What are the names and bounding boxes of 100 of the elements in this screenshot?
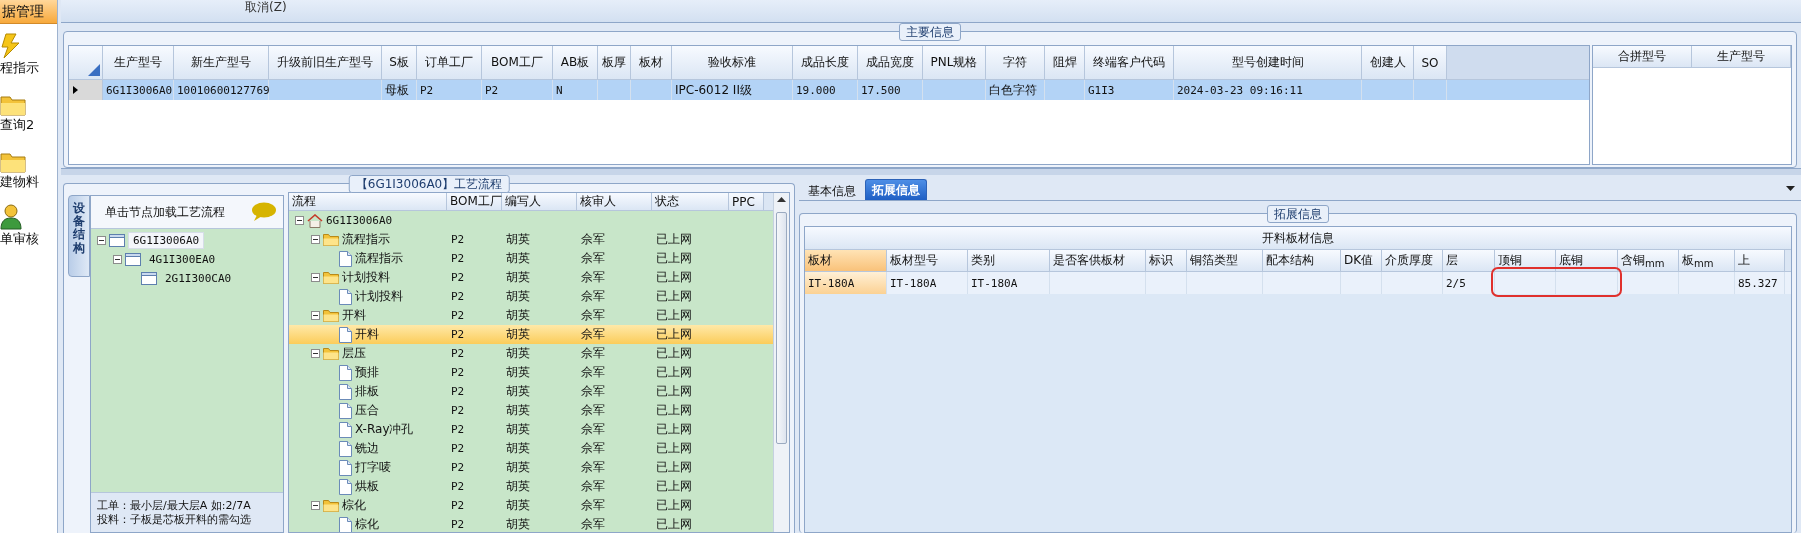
process-row[interactable]: 压合 P2 胡英 佘军 已上网 bbox=[289, 401, 773, 420]
column-header[interactable]: DK值 bbox=[1341, 250, 1382, 272]
column-header[interactable]: 介质厚度 bbox=[1382, 250, 1443, 272]
sidebar-item[interactable]: 程指示 bbox=[0, 59, 39, 77]
expander-toggle[interactable] bbox=[311, 501, 320, 510]
process-name: 烘板 bbox=[355, 478, 379, 495]
process-name: 排板 bbox=[355, 383, 379, 400]
process-row[interactable]: 棕化 P2 胡英 佘军 已上网 bbox=[289, 515, 773, 532]
column-header[interactable]: 订单工厂 bbox=[417, 46, 482, 80]
column-header[interactable]: 阻焊 bbox=[1045, 46, 1085, 80]
tree-node[interactable]: 4G1I300EA0 bbox=[144, 251, 221, 268]
table-cell: 胡英 bbox=[506, 440, 530, 457]
column-header[interactable]: 升级前旧生产型号 bbox=[269, 46, 382, 80]
process-row[interactable]: 排板 P2 胡英 佘军 已上网 bbox=[289, 382, 773, 401]
group-title: 拓展信息 bbox=[1267, 205, 1329, 223]
expander-toggle[interactable] bbox=[97, 236, 106, 245]
note-text: 工单：最小层/最大层A 如:2/7A bbox=[97, 499, 252, 513]
tree-node[interactable]: 2G1I300CA0 bbox=[160, 270, 237, 287]
header-background bbox=[764, 193, 773, 211]
column-header[interactable]: 层 bbox=[1443, 250, 1495, 272]
table-cell: 胡英 bbox=[506, 326, 530, 343]
process-row[interactable]: X-Ray冲孔 P2 胡英 佘军 已上网 bbox=[289, 420, 773, 439]
column-header[interactable]: 终端客户代码 bbox=[1085, 46, 1174, 80]
column-header[interactable]: 是否客供板材 bbox=[1050, 250, 1146, 272]
column-header[interactable]: 流程 bbox=[289, 193, 447, 211]
column-header[interactable]: 配本结构 bbox=[1263, 250, 1341, 272]
tab[interactable]: 拓展信息 bbox=[865, 179, 927, 200]
process-row[interactable]: 铣边 P2 胡英 佘军 已上网 bbox=[289, 439, 773, 458]
column-header[interactable]: 板$_{mm}$ bbox=[1679, 250, 1735, 272]
column-header[interactable]: 板厚 bbox=[598, 46, 631, 80]
column-header[interactable]: 验收标准 bbox=[672, 46, 793, 80]
table-cell: 佘军 bbox=[581, 478, 605, 495]
side-tab[interactable]: 设备结构 bbox=[68, 195, 90, 277]
table-cell: 已上网 bbox=[656, 288, 692, 305]
column-header[interactable]: 顶铜 bbox=[1495, 250, 1556, 272]
column-header[interactable]: PPC bbox=[729, 193, 764, 211]
column-header[interactable]: 含铜$_{mm}$ bbox=[1618, 250, 1679, 272]
column-header[interactable]: 成品宽度 bbox=[858, 46, 923, 80]
column-header[interactable]: 生产型号 bbox=[103, 46, 174, 80]
column-header[interactable]: 编写人 bbox=[502, 193, 577, 211]
expander-toggle[interactable] bbox=[311, 273, 320, 282]
column-header[interactable]: 核审人 bbox=[577, 193, 652, 211]
table-cell: IT-180A bbox=[890, 276, 937, 290]
column-header[interactable]: BOM工厂 bbox=[482, 46, 553, 80]
expander-toggle[interactable] bbox=[295, 216, 304, 225]
process-row[interactable]: 计划投料 P2 胡英 佘军 已上网 bbox=[289, 287, 773, 306]
dropdown-arrow-icon[interactable] bbox=[1786, 186, 1795, 191]
column-header[interactable]: 板材 bbox=[631, 46, 672, 80]
tab[interactable]: 基本信息 bbox=[801, 181, 863, 200]
table-cell: 2024-03-23 09:16:11 bbox=[1177, 83, 1303, 97]
process-row[interactable]: 计划投料 P2 胡英 佘军 已上网 bbox=[289, 268, 773, 287]
tree-node[interactable]: 6G1I3006A0 bbox=[128, 232, 205, 249]
column-header[interactable]: 生产型号 bbox=[1692, 46, 1791, 68]
column-header[interactable]: 成品长度 bbox=[793, 46, 858, 80]
column-header[interactable]: 上 bbox=[1735, 250, 1785, 272]
column-header[interactable]: 类别 bbox=[968, 250, 1050, 272]
document-icon bbox=[339, 516, 352, 532]
table-cell: 已上网 bbox=[656, 364, 692, 381]
column-header[interactable]: 新生产型号 bbox=[174, 46, 269, 80]
process-row[interactable]: 层压 P2 胡英 佘军 已上网 bbox=[289, 344, 773, 363]
process-row[interactable]: 流程指示 P2 胡英 佘军 已上网 bbox=[289, 230, 773, 249]
column-header[interactable]: PNL规格 bbox=[923, 46, 986, 80]
sidebar-item[interactable]: 查询2 bbox=[0, 116, 35, 134]
process-name: 流程指示 bbox=[355, 250, 403, 267]
process-row[interactable]: 棕化 P2 胡英 佘军 已上网 bbox=[289, 496, 773, 515]
column-header[interactable]: BOM工厂 bbox=[447, 193, 502, 211]
sidebar-item[interactable]: 建物料 bbox=[0, 173, 39, 191]
cancel-button[interactable]: 取消(Z) bbox=[241, 0, 291, 14]
column-header[interactable]: 状态 bbox=[652, 193, 729, 211]
column-header[interactable]: 板材型号 bbox=[887, 250, 968, 272]
document-icon bbox=[339, 288, 352, 305]
table-cell: P2 bbox=[451, 518, 465, 531]
column-header[interactable]: 合拼型号 bbox=[1593, 46, 1692, 68]
process-row[interactable]: 打字唛 P2 胡英 佘军 已上网 bbox=[289, 458, 773, 477]
table-row[interactable]: 6G1I3006A0 10010600127769 母板 P2 P2 N IPC-6012 II级 19.000 17.500 白色字符 G1I3 2024-03-23 09:16:11 bbox=[69, 80, 1589, 100]
column-header[interactable]: 字符 bbox=[986, 46, 1045, 80]
column-header[interactable]: 铜箔类型 bbox=[1187, 250, 1263, 272]
column-header[interactable]: SO bbox=[1414, 46, 1447, 80]
column-header[interactable]: 板材 bbox=[805, 250, 887, 272]
scroll-up-arrow-icon[interactable] bbox=[777, 197, 786, 202]
process-row[interactable]: 开料 P2 胡英 佘军 已上网 bbox=[289, 325, 773, 344]
process-row[interactable]: 流程指示 P2 胡英 佘军 已上网 bbox=[289, 249, 773, 268]
process-row[interactable]: 开料 P2 胡英 佘军 已上网 bbox=[289, 306, 773, 325]
process-row[interactable]: 6G1I3006A0 bbox=[289, 211, 773, 230]
expander-toggle[interactable] bbox=[311, 235, 320, 244]
sidebar-item[interactable]: 单审核 bbox=[0, 230, 39, 248]
note-text: 投料：子板是芯板开料的需勾选 bbox=[97, 513, 252, 527]
expander-toggle[interactable] bbox=[311, 349, 320, 358]
column-header[interactable]: 型号创建时间 bbox=[1174, 46, 1362, 80]
column-header[interactable]: AB板 bbox=[553, 46, 598, 80]
column-header[interactable]: 创建人 bbox=[1362, 46, 1414, 80]
scrollbar[interactable] bbox=[773, 193, 789, 532]
column-header[interactable]: 标识 bbox=[1146, 250, 1187, 272]
expander-toggle[interactable] bbox=[311, 311, 320, 320]
process-row[interactable]: 预排 P2 胡英 佘军 已上网 bbox=[289, 363, 773, 382]
column-header[interactable]: S板 bbox=[382, 46, 417, 80]
process-row[interactable]: 烘板 P2 胡英 佘军 已上网 bbox=[289, 477, 773, 496]
expander-toggle[interactable] bbox=[113, 255, 122, 264]
house-icon bbox=[307, 213, 323, 228]
column-header[interactable]: 底铜 bbox=[1556, 250, 1618, 272]
